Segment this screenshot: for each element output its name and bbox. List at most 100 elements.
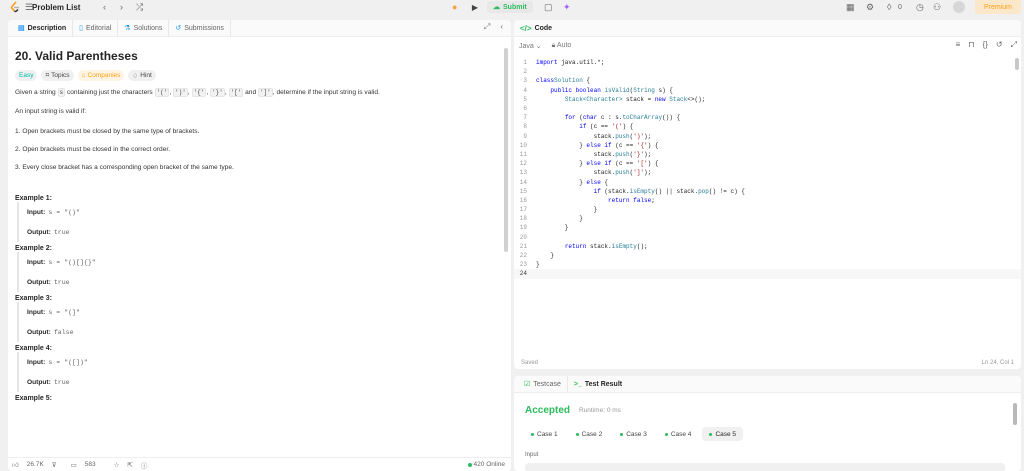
debug-icon[interactable]: ● [452, 0, 457, 14]
case-tab[interactable]: Case 4 [658, 427, 699, 441]
shuffle-icon[interactable]: ⤮ [136, 0, 143, 14]
leetcode-logo[interactable] [10, 1, 21, 13]
share-icon[interactable]: ⇱ [127, 461, 132, 469]
star-icon[interactable]: ☆ [114, 461, 120, 469]
label: Input: [27, 258, 46, 266]
tab-testcase[interactable]: ☑ Testcase [518, 376, 568, 393]
layout-grid-icon[interactable]: ▦ [846, 0, 855, 14]
auto-mode[interactable]: 🔒︎ Auto [552, 42, 572, 50]
bookmark-icon[interactable]: ⊓ [968, 40, 974, 50]
problem-statement: Given a string s containing just the cha… [15, 88, 380, 97]
submit-button[interactable]: ☁ Submit [487, 1, 533, 13]
case-tab[interactable]: Case 3 [613, 427, 654, 441]
streak-fire-icon[interactable]: ◊ [887, 0, 891, 14]
code-brackets-icon: </> [520, 23, 532, 33]
code-s: s [57, 88, 66, 97]
topics-chip[interactable]: ⌗ Topics [41, 70, 74, 81]
value: s = "(]" [48, 308, 80, 316]
code-char: ')' [173, 88, 188, 97]
code-char: '(' [154, 88, 170, 97]
tab-label: Description [27, 24, 67, 32]
code-editor[interactable]: 1 import java.util.*; 2 3 class Solution {… [514, 58, 1021, 358]
braces-icon[interactable]: {} [983, 40, 988, 50]
input-label: Input [525, 452, 539, 458]
runtime: Runtime: 0 ms [579, 407, 621, 414]
reset-icon[interactable]: ↺ [996, 40, 1003, 50]
examples: Example 1: Input: s = "()" Output: true Ex… [15, 195, 504, 402]
ai-sparkle-icon[interactable]: ✦ [563, 0, 571, 14]
rule-3: 3. Every close bracket has a correspondi… [15, 164, 234, 171]
test-tabs: ☑ Testcase >_ Test Result [514, 376, 1021, 393]
prev-problem-icon[interactable]: ‹ [103, 0, 106, 14]
terminal-icon: >_ [573, 380, 582, 388]
expand-icon[interactable]: ⤢ [1011, 40, 1017, 50]
value: s = "([])" [48, 358, 88, 366]
code-char: '{' [191, 88, 207, 97]
code-header: </> Code [514, 20, 1021, 37]
history-icon: ↺ [175, 25, 182, 32]
example-block: Input: s = "()[]{}" Output: true [17, 252, 504, 292]
problem-description: 20. Valid Parentheses Easy ⌗ Topics ⌂ Comp… [8, 49, 511, 402]
example-output: Output: false [27, 322, 504, 342]
thumbs-up-icon[interactable]: 👍︎ [12, 461, 19, 469]
help-icon[interactable]: ⓘ [141, 460, 148, 470]
tab-label: Submissions [184, 24, 224, 32]
case-label: Case 4 [670, 430, 692, 438]
next-problem-icon[interactable]: › [120, 0, 123, 14]
notes-icon[interactable]: ▢ [544, 0, 553, 14]
example-title: Example 2: [15, 245, 52, 252]
tab-label: Testcase [533, 380, 561, 388]
tab-test-result[interactable]: >_ Test Result [568, 376, 628, 393]
test-scrollbar[interactable] [1013, 403, 1017, 425]
tab-editorial[interactable]: ▯ Editorial [73, 20, 119, 37]
companies-chip[interactable]: ⌂ Companies [77, 70, 125, 81]
chevron-down-icon: ⌄ [535, 42, 542, 50]
premium-button[interactable]: Premium [975, 0, 1021, 14]
input-value-box [525, 463, 1005, 471]
value: true [53, 378, 70, 386]
tab-description[interactable]: ▤ Description [12, 20, 74, 37]
label: Output: [27, 278, 51, 286]
comment-icon[interactable]: ▭ [71, 461, 77, 469]
description-scrollbar[interactable] [504, 48, 508, 252]
lightbulb-icon: ♢ [132, 72, 139, 80]
language-label: Java [519, 42, 534, 50]
example-block: Input: s = "([])" Output: true [17, 352, 504, 392]
valid-intro: An input string is valid if: [15, 108, 87, 115]
problem-list-link[interactable]: Problem List [32, 0, 80, 14]
example-input: Input: s = "()" [27, 202, 504, 222]
thumbs-down-icon[interactable]: ⊽ [52, 461, 57, 469]
label: Input: [27, 308, 46, 316]
hint-chip[interactable]: ♢ Hint [128, 70, 156, 81]
case-tab[interactable]: Case 2 [569, 427, 610, 441]
settings-gear-icon[interactable]: ⚙ [866, 0, 874, 14]
maximize-icon[interactable]: ⤢ [484, 22, 490, 32]
editor-scrollbar[interactable] [1015, 58, 1019, 70]
difficulty-badge: Easy [15, 70, 38, 81]
text: Given a string [15, 89, 58, 96]
top-bar: ☰ Problem List ‹ › ⤮ ● ▶ ☁ Submit ▢ ✦ ▦ … [0, 0, 1024, 14]
problem-chips: Easy ⌗ Topics ⌂ Companies ♢ Hint [15, 70, 504, 81]
case-tab[interactable]: Case 5 [702, 427, 744, 441]
tab-submissions[interactable]: ↺ Submissions [169, 20, 231, 37]
run-button[interactable]: ▶ [468, 1, 482, 13]
avatar[interactable] [953, 1, 965, 13]
add-user-icon[interactable]: ⚇ [933, 0, 941, 14]
pass-dot-icon [575, 432, 579, 436]
value: true [53, 278, 70, 286]
language-select[interactable]: Java ⌄ [519, 42, 542, 50]
checkbox-icon: ☑ [524, 381, 531, 388]
format-icon[interactable]: ≡ [956, 40, 961, 50]
rule-1: 1. Open brackets must be closed by the s… [15, 128, 200, 135]
collapse-icon[interactable]: ‹ [500, 22, 503, 32]
code-char: '[' [228, 88, 244, 97]
timer-icon[interactable]: ◷ [916, 0, 924, 14]
value: s = "()" [48, 208, 80, 216]
tab-solutions[interactable]: ⚗ Solutions [118, 20, 170, 37]
book-icon: ▯ [79, 25, 83, 32]
case-tab[interactable]: Case 1 [524, 427, 565, 441]
description-panel: ▤ Description ▯ Editorial ⚗ Solutions ↺ … [8, 20, 511, 471]
case-label: Case 2 [581, 430, 603, 438]
example-title: Example 1: [15, 195, 52, 202]
text: and [243, 89, 258, 96]
